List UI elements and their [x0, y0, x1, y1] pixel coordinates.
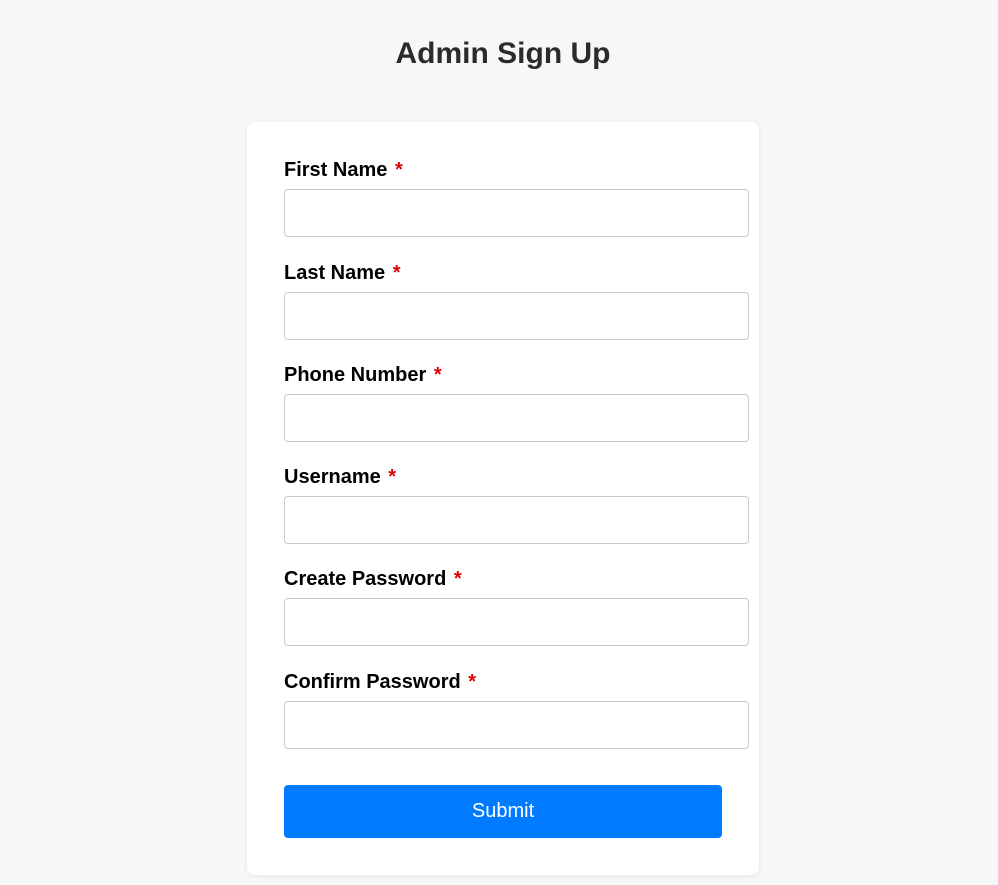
create-password-label-text: Create Password	[284, 568, 447, 590]
phone-number-field: Phone Number *	[284, 363, 749, 442]
required-marker: *	[388, 466, 397, 488]
confirm-password-label: Confirm Password *	[284, 670, 749, 694]
last-name-input[interactable]	[284, 292, 749, 340]
create-password-field: Create Password *	[284, 567, 749, 646]
last-name-field: Last Name *	[284, 261, 749, 340]
submit-button[interactable]: Submit	[284, 785, 722, 838]
first-name-label-text: First Name	[284, 159, 388, 181]
create-password-label: Create Password *	[284, 567, 749, 591]
confirm-password-input[interactable]	[284, 701, 749, 749]
phone-number-input[interactable]	[284, 394, 749, 442]
required-marker: *	[392, 262, 401, 284]
first-name-label: First Name *	[284, 158, 749, 182]
last-name-label-text: Last Name	[284, 262, 386, 284]
signup-form-card: First Name * Last Name * Phone Number * …	[247, 122, 759, 875]
username-label-text: Username	[284, 466, 381, 488]
confirm-password-label-text: Confirm Password	[284, 671, 461, 693]
phone-number-label: Phone Number *	[284, 363, 749, 387]
confirm-password-field: Confirm Password *	[284, 670, 749, 749]
first-name-input[interactable]	[284, 189, 749, 237]
phone-number-label-text: Phone Number	[284, 364, 427, 386]
required-marker: *	[453, 568, 462, 590]
username-input[interactable]	[284, 496, 749, 544]
last-name-label: Last Name *	[284, 261, 749, 285]
required-marker: *	[394, 159, 403, 181]
required-marker: *	[468, 671, 477, 693]
username-field: Username *	[284, 465, 749, 544]
first-name-field: First Name *	[284, 158, 749, 237]
create-password-input[interactable]	[284, 598, 749, 646]
page-title: Admin Sign Up	[395, 37, 611, 70]
username-label: Username *	[284, 465, 749, 489]
required-marker: *	[433, 364, 442, 386]
